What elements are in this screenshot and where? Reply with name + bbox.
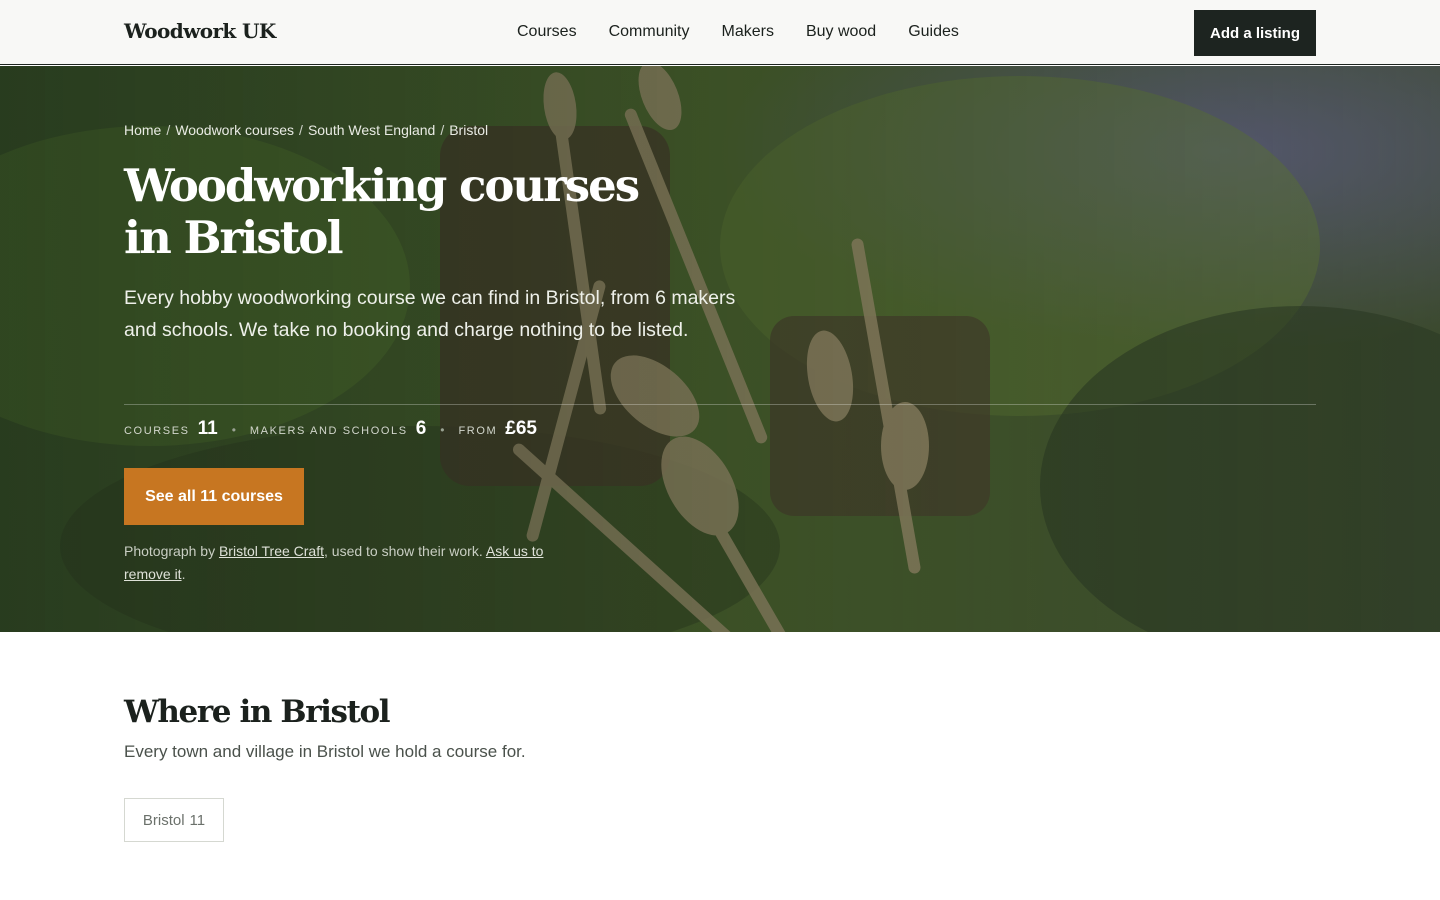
credit-suffix: .: [181, 566, 186, 582]
stat-from-value: £65: [505, 418, 537, 439]
stat-courses-label: COURSES: [124, 425, 190, 437]
stat-from-label: FROM: [458, 425, 498, 437]
town-chip-bristol[interactable]: Bristol 11: [124, 798, 224, 842]
stats-row: COURSES 11 • MAKERS AND SCHOOLS 6 • FROM…: [124, 418, 537, 440]
photo-credit: Photograph by Bristol Tree Craft, used t…: [124, 540, 584, 586]
where-section-subtitle: Every town and village in Bristol we hol…: [124, 742, 526, 761]
breadcrumb-separator: /: [299, 122, 303, 138]
credit-prefix: Photograph by: [124, 543, 219, 559]
breadcrumb-home[interactable]: Home: [124, 122, 161, 138]
breadcrumb-separator: /: [440, 122, 445, 138]
nav-makers[interactable]: Makers: [721, 22, 773, 42]
site-header: Woodwork UK Courses Community Makers Buy…: [0, 0, 1440, 65]
nav-courses[interactable]: Courses: [517, 22, 577, 42]
breadcrumb-woodwork-courses[interactable]: Woodwork courses: [175, 122, 294, 138]
nav-guides[interactable]: Guides: [908, 22, 959, 42]
see-all-courses-button[interactable]: See all 11 courses: [124, 468, 304, 525]
stat-courses-value: 11: [197, 418, 218, 439]
breadcrumb-separator: /: [166, 122, 171, 138]
breadcrumb: Home / Woodwork courses / South West Eng…: [124, 122, 488, 138]
breadcrumb-south-west-england[interactable]: South West England: [308, 122, 435, 138]
breadcrumb-bristol: Bristol: [449, 122, 489, 138]
nav-community[interactable]: Community: [609, 22, 690, 42]
hero-lede: Every hobby woodworking course we can fi…: [124, 287, 736, 341]
stat-separator-dot: •: [231, 423, 236, 437]
where-section-title: Where in Bristol: [124, 694, 391, 730]
site-logo[interactable]: Woodwork UK: [124, 19, 276, 43]
nav-buy-wood[interactable]: Buy wood: [806, 22, 876, 42]
hero-divider: [124, 404, 1316, 405]
hero: Home / Woodwork courses / South West Eng…: [0, 66, 1440, 632]
town-name: Bristol: [142, 811, 185, 829]
stat-makers-label: MAKERS AND SCHOOLS: [249, 425, 408, 437]
credit-middle: , used to show their work.: [324, 543, 486, 559]
add-listing-button[interactable]: Add a listing: [1194, 10, 1316, 56]
town-count: 11: [189, 811, 206, 829]
stat-makers-value: 6: [415, 418, 427, 439]
page-title: Woodworking courses in Bristol: [124, 159, 640, 264]
main-nav: Courses Community Makers Buy wood Guides: [517, 22, 959, 42]
stat-separator-dot: •: [440, 423, 445, 437]
credit-author-link[interactable]: Bristol Tree Craft: [219, 543, 324, 559]
